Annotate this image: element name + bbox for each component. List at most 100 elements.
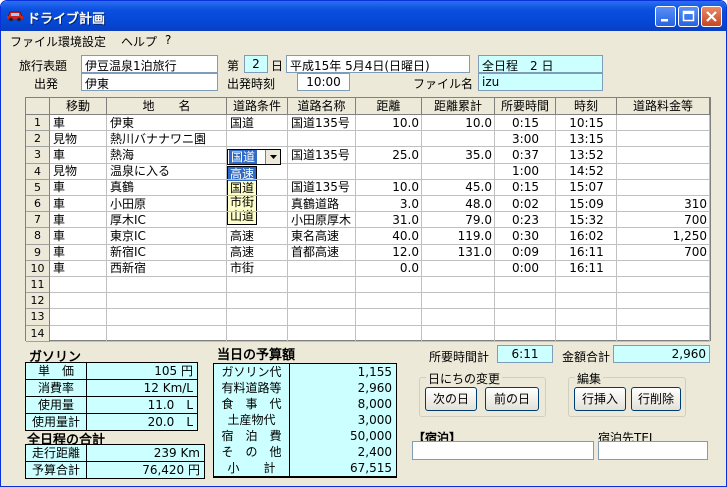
cell-time[interactable]: 14:52 bbox=[556, 163, 617, 180]
cell-road-name[interactable]: 国道135号 bbox=[288, 179, 356, 196]
cell-distance[interactable] bbox=[356, 293, 422, 310]
row-number[interactable]: 1 bbox=[26, 115, 50, 132]
cell-cumulative[interactable]: 48.0 bbox=[422, 196, 495, 213]
cell-distance[interactable]: 10.0 bbox=[356, 179, 422, 196]
col-header-road-name[interactable]: 道路名称 bbox=[288, 98, 356, 115]
cell-road-type[interactable] bbox=[227, 212, 288, 229]
cell-move[interactable] bbox=[50, 325, 107, 342]
cell-duration[interactable] bbox=[495, 325, 556, 342]
col-header-road-type[interactable]: 道路条件 bbox=[227, 98, 288, 115]
col-header-place[interactable]: 地 名 bbox=[107, 98, 227, 115]
cell-place[interactable] bbox=[107, 325, 227, 342]
cell-distance[interactable] bbox=[356, 131, 422, 148]
cell-time[interactable]: 15:07 bbox=[556, 179, 617, 196]
cell-cumulative[interactable] bbox=[422, 325, 495, 342]
delete-row-button[interactable]: 行削除 bbox=[631, 387, 681, 411]
cell-toll[interactable]: 1,250 bbox=[617, 228, 710, 245]
cell-place[interactable]: 伊東 bbox=[107, 115, 227, 132]
cell-place[interactable]: 厚木IC bbox=[107, 212, 227, 229]
cell-distance[interactable]: 10.0 bbox=[356, 115, 422, 132]
cell-road-name[interactable]: 真鶴道路 bbox=[288, 196, 356, 213]
cell-move[interactable] bbox=[50, 293, 107, 310]
lodging-tel-field[interactable] bbox=[598, 441, 708, 460]
cell-move[interactable]: 車 bbox=[50, 212, 107, 229]
cell-road-type[interactable] bbox=[227, 277, 288, 294]
cell-duration[interactable] bbox=[495, 277, 556, 294]
cell-toll[interactable] bbox=[617, 277, 710, 294]
cell-road-name[interactable] bbox=[288, 309, 356, 326]
cell-place[interactable] bbox=[107, 309, 227, 326]
cell-cumulative[interactable] bbox=[422, 309, 495, 326]
cell-distance[interactable]: 0.0 bbox=[356, 260, 422, 277]
day-number-field[interactable]: 2 bbox=[244, 55, 268, 73]
cell-place[interactable]: 温泉に入る bbox=[107, 163, 227, 180]
cell-distance[interactable]: 31.0 bbox=[356, 212, 422, 229]
cell-road-name[interactable]: 国道135号 bbox=[288, 147, 356, 164]
cell-road-name[interactable] bbox=[288, 131, 356, 148]
date-field[interactable]: 平成15年 5月4日(日曜日) bbox=[286, 55, 470, 73]
minimize-button[interactable] bbox=[655, 6, 676, 27]
dropdown-arrow-button[interactable] bbox=[265, 150, 280, 164]
cell-move[interactable]: 見物 bbox=[50, 131, 107, 148]
col-header-toll[interactable]: 道路料金等 bbox=[617, 98, 710, 115]
cell-duration[interactable]: 0:30 bbox=[495, 228, 556, 245]
cell-road-type[interactable]: 高速 bbox=[227, 228, 288, 245]
row-number[interactable]: 3 bbox=[26, 147, 50, 164]
row-number[interactable]: 6 bbox=[26, 196, 50, 213]
cell-cumulative[interactable]: 79.0 bbox=[422, 212, 495, 229]
cell-distance[interactable] bbox=[356, 309, 422, 326]
cell-place[interactable]: 小田原 bbox=[107, 196, 227, 213]
menu-settings[interactable]: 環境設定 bbox=[58, 33, 106, 50]
cell-move[interactable]: 車 bbox=[50, 228, 107, 245]
cell-move[interactable]: 車 bbox=[50, 115, 107, 132]
close-button[interactable] bbox=[701, 6, 722, 27]
cell-move[interactable]: 車 bbox=[50, 147, 107, 164]
row-number[interactable]: 7 bbox=[26, 212, 50, 229]
lodging-field[interactable] bbox=[412, 441, 594, 460]
cell-place[interactable]: 熱海 bbox=[107, 147, 227, 164]
budget-value[interactable]: 8,000 bbox=[290, 396, 396, 412]
prev-day-button[interactable]: 前の日 bbox=[485, 387, 539, 411]
cell-time[interactable] bbox=[556, 277, 617, 294]
row-number[interactable]: 14 bbox=[26, 325, 50, 342]
cell-distance[interactable] bbox=[356, 325, 422, 342]
row-number[interactable]: 10 bbox=[26, 260, 50, 277]
cell-place[interactable]: 東京IC bbox=[107, 228, 227, 245]
menu-about[interactable]: ? bbox=[165, 33, 171, 47]
insert-row-button[interactable]: 行挿入 bbox=[574, 387, 626, 411]
cell-place[interactable] bbox=[107, 293, 227, 310]
cell-toll[interactable] bbox=[617, 309, 710, 326]
col-header-distance[interactable]: 距離 bbox=[356, 98, 422, 115]
cell-duration[interactable]: 0:09 bbox=[495, 244, 556, 261]
cell-time[interactable]: 16:11 bbox=[556, 244, 617, 261]
trip-title-field[interactable]: 伊豆温泉1泊旅行 bbox=[81, 55, 218, 73]
cell-move[interactable]: 見物 bbox=[50, 163, 107, 180]
cell-duration[interactable]: 0:02 bbox=[495, 196, 556, 213]
cell-cumulative[interactable]: 35.0 bbox=[422, 147, 495, 164]
cell-road-name[interactable]: 国道135号 bbox=[288, 115, 356, 132]
cell-distance[interactable]: 12.0 bbox=[356, 244, 422, 261]
gas-value[interactable]: 105 円 bbox=[87, 363, 197, 379]
cell-road-name[interactable] bbox=[288, 325, 356, 342]
cell-duration[interactable]: 0:15 bbox=[495, 179, 556, 196]
cell-road-type[interactable] bbox=[227, 131, 288, 148]
row-number[interactable]: 2 bbox=[26, 131, 50, 148]
cell-move[interactable]: 車 bbox=[50, 244, 107, 261]
gas-value[interactable]: 12 Km/L bbox=[87, 380, 197, 396]
cell-road-name[interactable]: 首都高速 bbox=[288, 244, 356, 261]
cell-move[interactable]: 車 bbox=[50, 260, 107, 277]
cell-toll[interactable] bbox=[617, 115, 710, 132]
menu-help[interactable]: ヘルプ bbox=[121, 33, 157, 50]
cell-move[interactable] bbox=[50, 277, 107, 294]
cell-toll[interactable] bbox=[617, 163, 710, 180]
budget-value[interactable]: 50,000 bbox=[290, 428, 396, 444]
cell-toll[interactable]: 700 bbox=[617, 244, 710, 261]
cell-move[interactable] bbox=[50, 309, 107, 326]
cell-time[interactable]: 10:15 bbox=[556, 115, 617, 132]
cell-duration[interactable]: 0:00 bbox=[495, 260, 556, 277]
menu-file[interactable]: ファイル bbox=[10, 33, 58, 50]
budget-value[interactable]: 3,000 bbox=[290, 412, 396, 428]
cell-cumulative[interactable] bbox=[422, 293, 495, 310]
cell-move[interactable]: 車 bbox=[50, 179, 107, 196]
row-number[interactable]: 5 bbox=[26, 179, 50, 196]
